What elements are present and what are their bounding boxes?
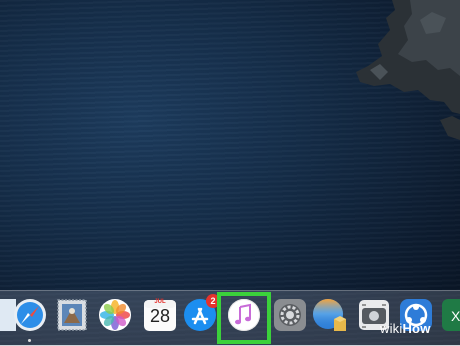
installer-icon[interactable] — [312, 297, 348, 333]
mail-stamp-icon[interactable] — [54, 297, 90, 333]
calendar-month: JUL — [154, 299, 166, 305]
cliff-rocks — [356, 0, 460, 140]
photos-flower-icon[interactable] — [97, 297, 133, 333]
calendar-day: 28 — [149, 306, 171, 326]
watermark-part2: How — [402, 321, 431, 336]
wikihow-watermark: wikiHow — [380, 321, 431, 336]
watermark-part1: wiki — [380, 321, 403, 336]
safari-compass-icon[interactable] — [12, 297, 48, 333]
itunes-highlight-box — [217, 292, 271, 344]
gear-icon[interactable] — [272, 297, 308, 333]
safari-running-indicator — [28, 339, 31, 342]
excel-icon[interactable]: X — [440, 297, 460, 333]
excel-letter: X — [451, 308, 460, 324]
